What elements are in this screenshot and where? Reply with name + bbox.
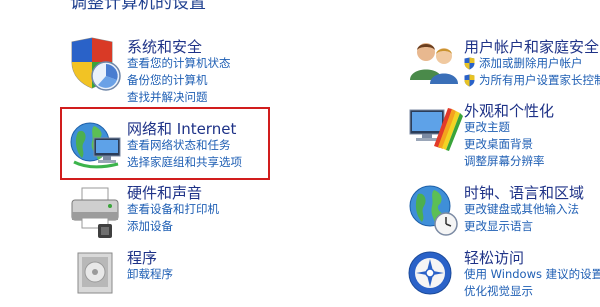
view-computer-status-link[interactable]: 查看您的计算机状态 xyxy=(127,55,231,72)
add-device-link[interactable]: 添加设备 xyxy=(127,218,219,235)
clock-language-title[interactable]: 时钟、语言和区域 xyxy=(464,182,584,203)
change-desktop-background-link[interactable]: 更改桌面背景 xyxy=(464,136,545,153)
uac-shield-icon xyxy=(464,74,475,87)
optimize-visual-display-link[interactable]: 优化视觉显示 xyxy=(464,283,600,300)
parental-controls-link[interactable]: 为所有用户设置家长控制 xyxy=(464,72,600,89)
user-accounts-title[interactable]: 用户帐户和家庭安全 xyxy=(464,36,599,57)
change-keyboard-link[interactable]: 更改键盘或其他输入法 xyxy=(464,201,579,218)
page-heading: 调整计算机的设置 xyxy=(70,0,206,13)
appearance-title[interactable]: 外观和个性化 xyxy=(464,100,554,121)
adjust-resolution-link[interactable]: 调整屏幕分辨率 xyxy=(464,153,545,170)
windows-recommended-settings-link[interactable]: 使用 Windows 建议的设置 xyxy=(464,266,600,283)
uninstall-program-link[interactable]: 卸载程序 xyxy=(127,266,173,283)
hardware-sound-title[interactable]: 硬件和声音 xyxy=(127,182,202,203)
globe-clock-icon[interactable] xyxy=(406,182,466,242)
parental-controls-label: 为所有用户设置家长控制 xyxy=(479,73,600,87)
shield-icon[interactable] xyxy=(68,36,128,96)
highlight-box xyxy=(60,107,270,180)
ease-of-access-title[interactable]: 轻松访问 xyxy=(464,247,524,268)
change-display-language-link[interactable]: 更改显示语言 xyxy=(464,218,579,235)
users-icon[interactable] xyxy=(406,36,466,96)
programs-icon[interactable] xyxy=(68,247,128,307)
backup-computer-link[interactable]: 备份您的计算机 xyxy=(127,72,231,89)
appearance-icon[interactable] xyxy=(406,100,466,160)
programs-title[interactable]: 程序 xyxy=(127,247,157,268)
troubleshoot-link[interactable]: 查找并解决问题 xyxy=(127,89,231,106)
add-remove-accounts-link[interactable]: 添加或删除用户帐户 xyxy=(464,55,600,72)
change-theme-link[interactable]: 更改主题 xyxy=(464,119,545,136)
printer-icon[interactable] xyxy=(68,182,128,242)
devices-printers-link[interactable]: 查看设备和打印机 xyxy=(127,201,219,218)
add-remove-accounts-label: 添加或删除用户帐户 xyxy=(479,56,583,70)
ease-of-access-icon[interactable] xyxy=(406,247,466,307)
uac-shield-icon xyxy=(464,57,475,70)
system-security-title[interactable]: 系统和安全 xyxy=(127,36,202,57)
